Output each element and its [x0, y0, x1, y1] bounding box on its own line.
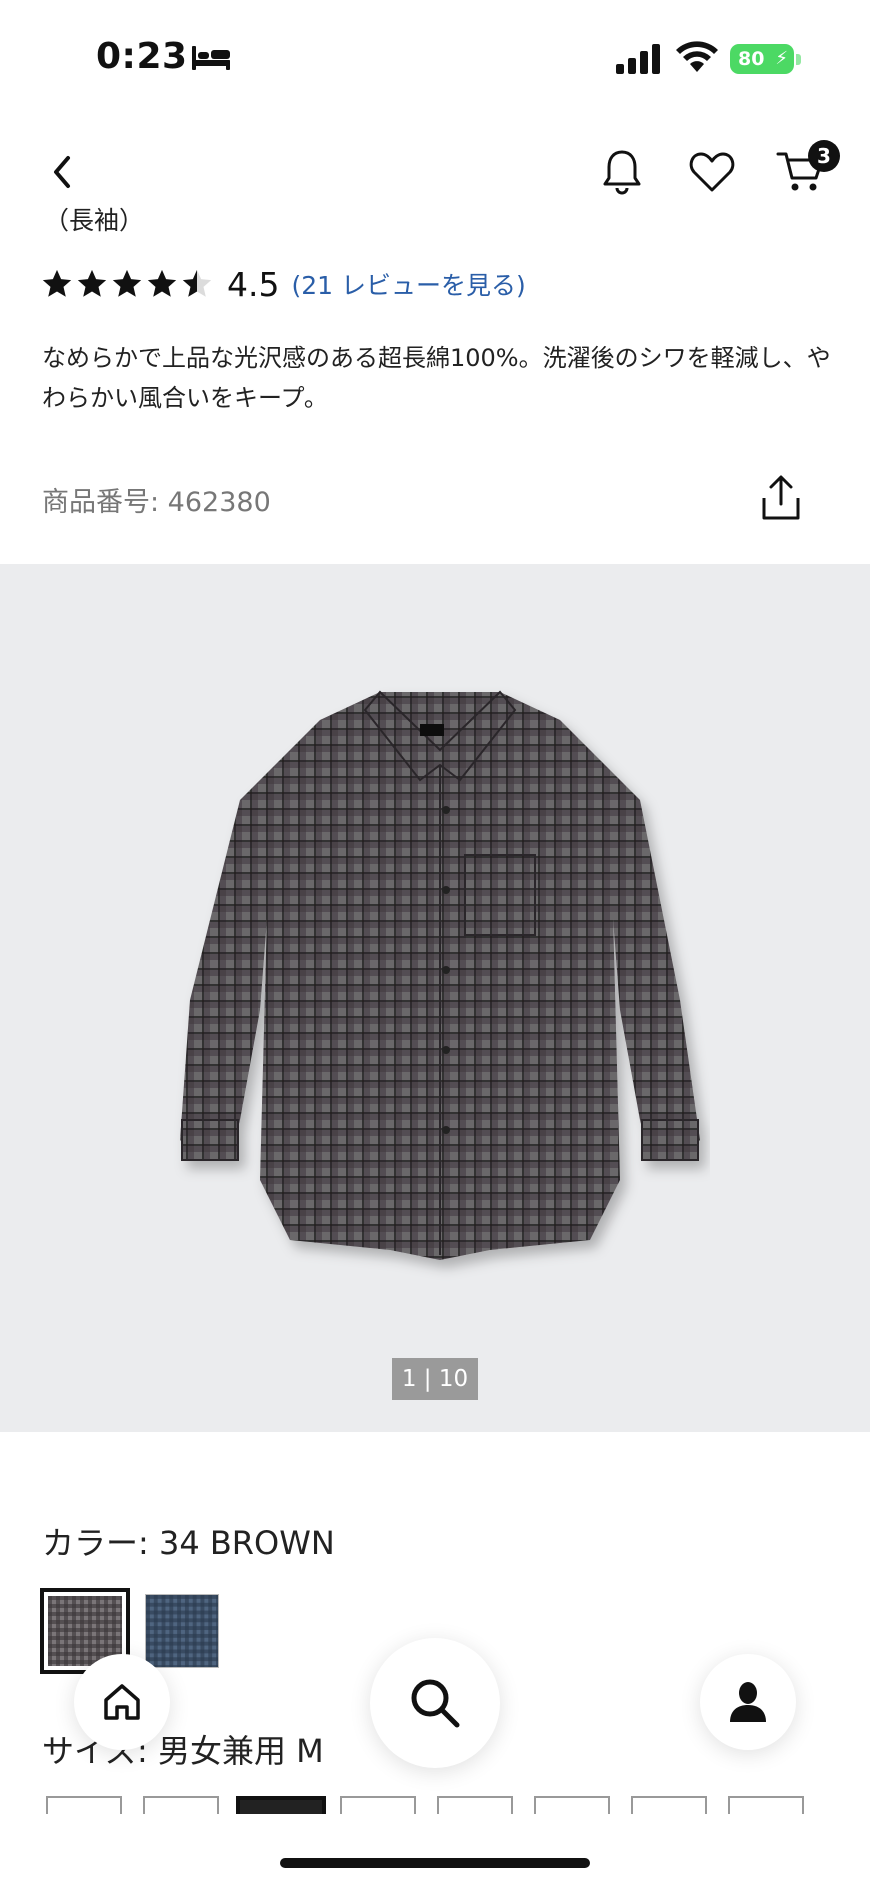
status-time: 0:23: [96, 36, 188, 77]
product-title-partial: （長袖）: [44, 206, 145, 235]
chevron-left-icon[interactable]: [44, 150, 80, 194]
product-image[interactable]: [170, 680, 710, 1320]
battery-icon: 80 ⚡: [730, 44, 794, 74]
size-option[interactable]: [534, 1796, 610, 1814]
product-image-gallery[interactable]: 1 | 10: [0, 564, 870, 1432]
bed-icon: [192, 46, 230, 70]
bell-icon[interactable]: [600, 148, 644, 196]
home-button[interactable]: [74, 1654, 170, 1750]
size-option[interactable]: [46, 1796, 122, 1814]
share-icon[interactable]: [758, 474, 804, 522]
star-icon: [147, 269, 177, 297]
star-icon: [42, 269, 72, 297]
account-button[interactable]: [700, 1654, 796, 1750]
product-description: なめらかで上品な光沢感のある超長綿100%。洗濯後のシワを軽減し、やわらかい風合…: [42, 344, 831, 412]
reviews-link[interactable]: (21 レビューを見る): [291, 266, 525, 302]
rating-row: 4.5 (21 レビューを見る): [40, 262, 526, 306]
battery-cap: [796, 54, 801, 65]
product-number: 商品番号: 462380: [42, 487, 271, 518]
search-icon: [411, 1679, 460, 1728]
search-button[interactable]: [370, 1638, 500, 1768]
color-label: カラー: 34 BROWN: [42, 1524, 335, 1562]
image-pager: 1 | 10: [392, 1358, 478, 1400]
size-option[interactable]: [631, 1796, 707, 1814]
battery-percent: 80: [738, 48, 765, 70]
star-icon: [112, 269, 142, 297]
charging-bolt-icon: ⚡: [775, 48, 788, 69]
size-option[interactable]: [340, 1796, 416, 1814]
signal-icon: [616, 44, 660, 74]
account-icon: [730, 1682, 766, 1722]
size-option-selected[interactable]: [236, 1796, 326, 1814]
home-indicator: [280, 1858, 590, 1868]
size-option[interactable]: [143, 1796, 219, 1814]
wifi-icon: [676, 41, 718, 72]
swatch-pattern: [146, 1595, 218, 1667]
size-option[interactable]: [728, 1796, 804, 1814]
size-option[interactable]: [437, 1796, 513, 1814]
star-icon: [77, 269, 107, 297]
rating-value: 4.5: [227, 264, 280, 304]
status-bar: 0:23 80 ⚡: [0, 0, 870, 120]
half-star-icon: [182, 269, 212, 297]
size-options: [46, 1796, 826, 1814]
heart-icon[interactable]: [688, 150, 736, 194]
home-icon: [104, 1684, 140, 1720]
cart-count-badge: 3: [808, 140, 840, 172]
color-swatch[interactable]: [145, 1594, 219, 1668]
